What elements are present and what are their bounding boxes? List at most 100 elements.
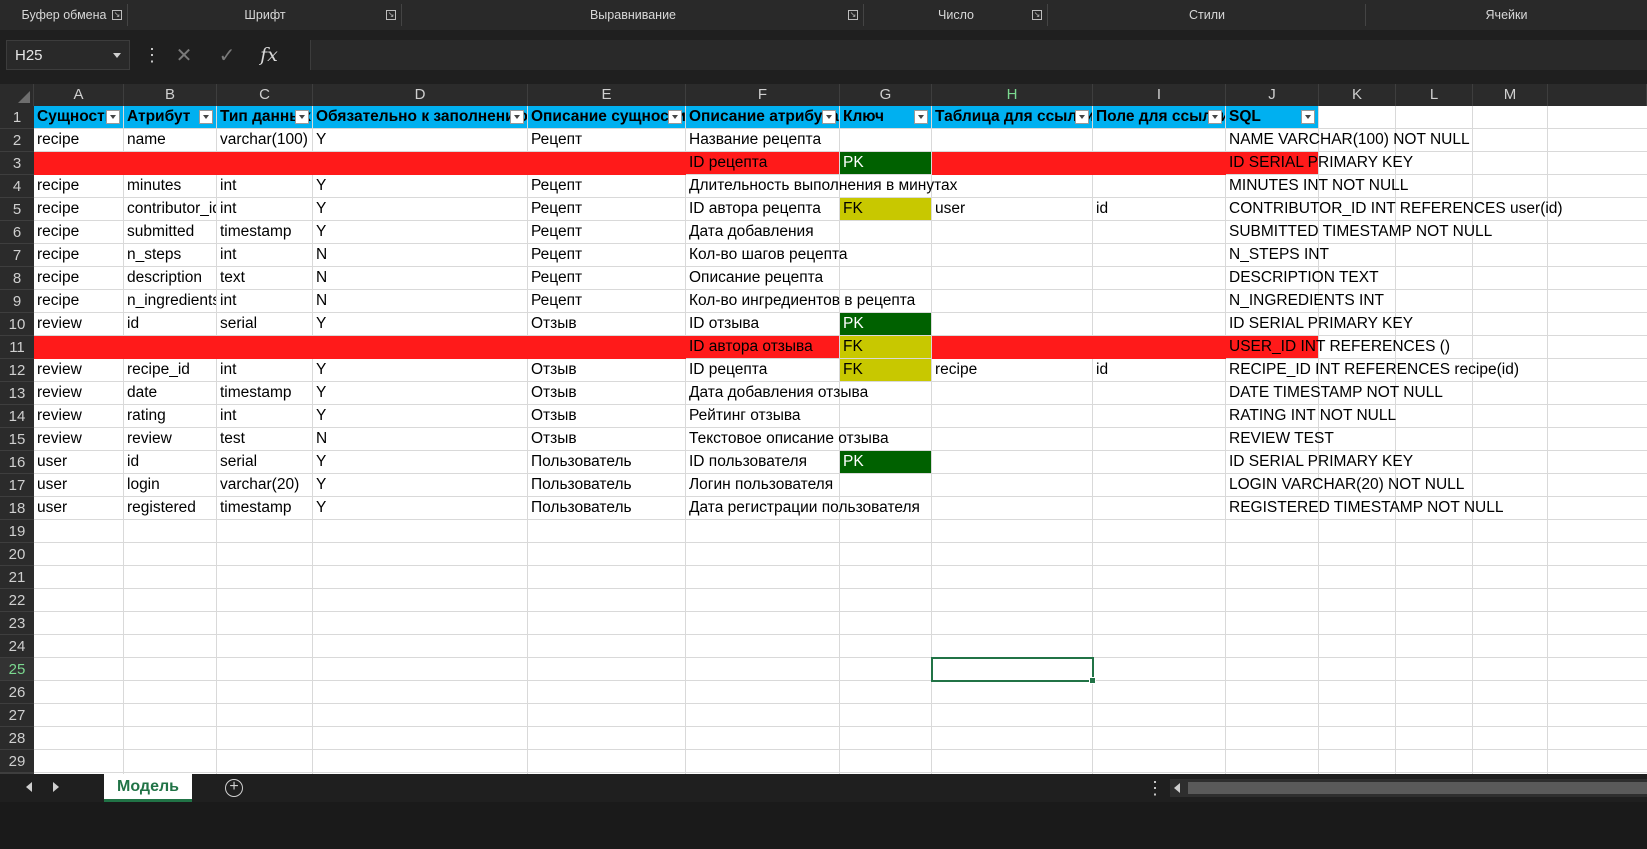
row-header-8[interactable]: 8 [0,267,34,290]
empty-cell[interactable] [217,635,313,658]
table-cell[interactable]: id [124,451,217,474]
empty-cell[interactable] [1396,106,1473,129]
table-cell[interactable]: test [217,428,313,451]
empty-cell[interactable] [1319,635,1396,658]
empty-cell[interactable] [1548,474,1647,497]
table-header-cell[interactable]: Таблица для ссылки [932,106,1093,129]
empty-cell[interactable] [1548,497,1647,520]
table-cell[interactable] [1093,175,1226,198]
empty-cell[interactable] [1093,635,1226,658]
empty-cell[interactable] [34,520,124,543]
table-cell[interactable]: timestamp [217,221,313,244]
empty-cell[interactable] [528,658,686,681]
empty-cell[interactable] [840,658,932,681]
name-box[interactable]: H25 [6,40,130,70]
table-cell[interactable] [1473,405,1548,428]
table-cell[interactable]: Y [313,451,528,474]
empty-cell[interactable] [217,589,313,612]
empty-cell[interactable] [840,543,932,566]
empty-cell[interactable] [1093,727,1226,750]
empty-cell[interactable] [932,635,1093,658]
empty-cell[interactable] [1226,635,1319,658]
table-cell[interactable] [1093,290,1226,313]
empty-cell[interactable] [840,750,932,773]
empty-cell[interactable] [124,543,217,566]
table-cell[interactable]: Кол-во ингредиентов в рецепта [686,290,915,313]
filter-dropdown-icon[interactable] [1208,110,1222,124]
empty-cell[interactable] [932,589,1093,612]
empty-cell[interactable] [686,750,840,773]
sql-cell[interactable]: CONTRIBUTOR_ID INT REFERENCES user(id) [1226,198,1563,221]
empty-cell[interactable] [217,658,313,681]
table-cell[interactable]: Отзыв [528,313,686,336]
empty-cell[interactable] [528,635,686,658]
column-header-j[interactable]: J [1226,84,1319,106]
empty-cell[interactable] [124,566,217,589]
empty-cell[interactable] [1093,704,1226,727]
table-cell[interactable]: Описание рецепта [686,267,840,290]
empty-cell[interactable] [1548,750,1647,773]
filter-dropdown-icon[interactable] [106,110,120,124]
table-cell[interactable]: Рецепт [528,198,686,221]
sql-cell[interactable]: RECIPE_ID INT REFERENCES recipe(id) [1226,359,1519,382]
empty-cell[interactable] [34,566,124,589]
empty-cell[interactable] [1396,704,1473,727]
chevron-right-icon[interactable] [53,782,59,792]
empty-cell[interactable] [932,704,1093,727]
empty-cell[interactable] [34,612,124,635]
sql-cell[interactable]: ID SERIAL PRIMARY KEY [1226,451,1413,474]
table-cell[interactable] [1093,221,1226,244]
table-cell[interactable]: Y [313,313,528,336]
empty-cell[interactable] [1548,198,1647,221]
table-cell[interactable] [1093,313,1226,336]
table-cell[interactable] [1093,382,1226,405]
empty-cell[interactable] [528,520,686,543]
empty-cell[interactable] [1319,681,1396,704]
empty-cell[interactable] [1548,635,1647,658]
empty-cell[interactable] [1319,727,1396,750]
table-cell[interactable]: int [217,359,313,382]
table-cell[interactable]: user [34,474,124,497]
column-header-d[interactable]: D [313,84,528,106]
table-cell[interactable]: minutes [124,175,217,198]
empty-cell[interactable] [124,520,217,543]
scrollbar-thumb[interactable] [1188,782,1647,794]
key-cell[interactable]: PK [840,451,932,474]
table-cell[interactable]: review [34,313,124,336]
table-cell[interactable]: review [124,428,217,451]
key-cell[interactable] [840,221,932,244]
empty-cell[interactable] [124,658,217,681]
table-cell[interactable]: int [217,198,313,221]
table-cell[interactable]: ID автора рецепта [686,198,840,221]
row-header-4[interactable]: 4 [0,175,34,198]
table-cell[interactable] [1093,451,1226,474]
table-cell[interactable] [1473,382,1548,405]
table-cell[interactable]: id [124,313,217,336]
table-cell[interactable] [1093,497,1226,520]
empty-cell[interactable] [34,704,124,727]
table-cell[interactable]: N [313,290,528,313]
empty-cell[interactable] [686,612,840,635]
filter-dropdown-icon[interactable] [668,110,682,124]
empty-cell[interactable] [217,543,313,566]
row-header-17[interactable]: 17 [0,474,34,497]
empty-cell[interactable] [1226,566,1319,589]
empty-cell[interactable] [1319,612,1396,635]
row-header-13[interactable]: 13 [0,382,34,405]
empty-cell[interactable] [34,589,124,612]
table-cell[interactable]: Пользователь [528,497,686,520]
empty-cell[interactable] [1548,267,1647,290]
empty-cell[interactable] [1093,612,1226,635]
empty-cell[interactable] [1473,612,1548,635]
empty-cell[interactable] [686,520,840,543]
table-cell[interactable] [1093,129,1226,152]
table-cell[interactable]: timestamp [217,382,313,405]
table-cell[interactable]: serial [217,451,313,474]
table-cell[interactable]: Y [313,497,528,520]
close-icon[interactable]: ✕ [168,40,200,70]
table-cell[interactable]: text [217,267,313,290]
empty-cell[interactable] [686,727,840,750]
empty-cell[interactable] [1473,566,1548,589]
table-cell[interactable]: Y [313,474,528,497]
empty-cell[interactable] [1319,589,1396,612]
